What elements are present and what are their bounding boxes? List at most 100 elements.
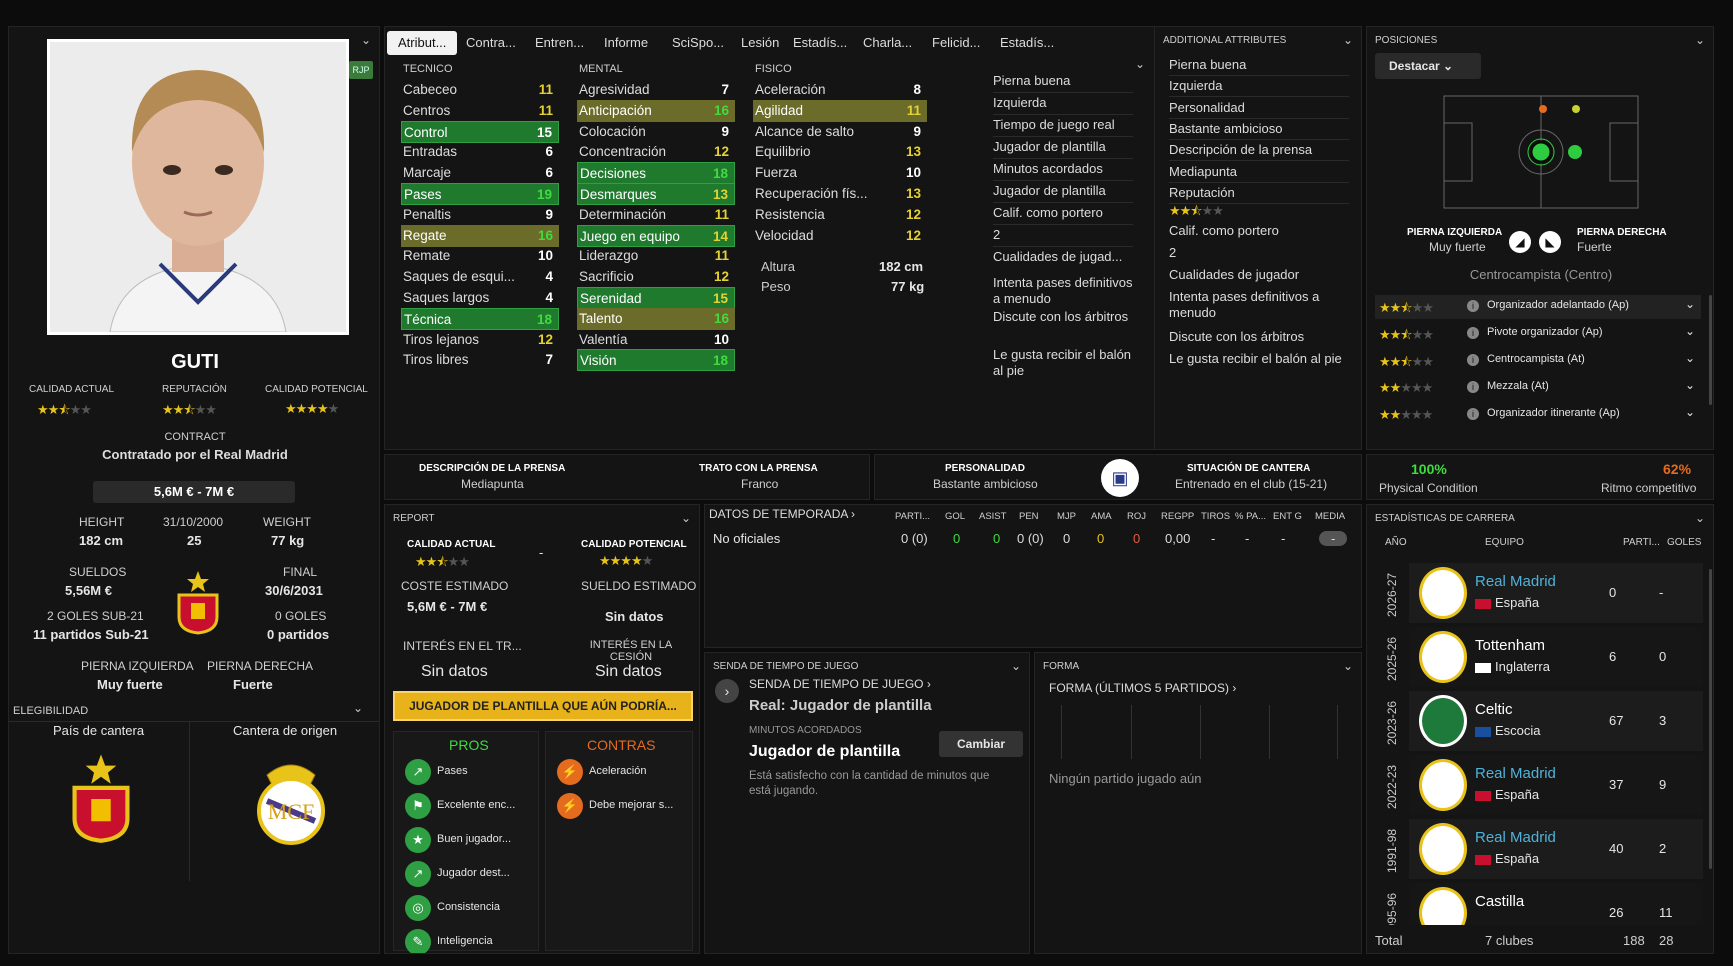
- attr-row[interactable]: Fuerza 10: [753, 162, 927, 184]
- attr-row[interactable]: Saques largos 4: [401, 287, 559, 309]
- season-title-label: DATOS DE TEMPORADA: [709, 507, 848, 521]
- attr-row[interactable]: Recuperación fís... 13: [753, 183, 927, 205]
- role-row[interactable]: ★★★★★ i Mezzala (At) ⌄: [1375, 376, 1701, 400]
- tab-5[interactable]: SciSpo...: [661, 31, 735, 55]
- attr-row[interactable]: Control 15: [401, 120, 559, 143]
- career-row[interactable]: Celtic Escocia 67 3: [1409, 691, 1703, 751]
- attr-row[interactable]: Colocación 9: [577, 121, 735, 143]
- attr-row[interactable]: Agilidad 11: [753, 99, 927, 122]
- season-header: MJP: [1057, 511, 1076, 522]
- info-icon[interactable]: i: [1467, 354, 1479, 366]
- attr-row[interactable]: Remate 10: [401, 245, 559, 267]
- chevron-down-icon[interactable]: ⌄: [353, 701, 363, 715]
- tab-8[interactable]: Charla...: [852, 31, 923, 55]
- attr-row[interactable]: Agresividad 7: [577, 79, 735, 101]
- info-icon[interactable]: i: [1467, 300, 1479, 312]
- info-icon[interactable]: i: [1467, 327, 1479, 339]
- attr-row[interactable]: Talento 16: [577, 307, 735, 330]
- attr-row[interactable]: Tiros lejanos 12: [401, 329, 559, 351]
- attr-row[interactable]: Resistencia 12: [753, 204, 927, 226]
- club-name[interactable]: Tottenham: [1475, 637, 1545, 654]
- pitch-diagram: [1443, 95, 1639, 209]
- chevron-down-icon[interactable]: ⌄: [1685, 324, 1695, 338]
- attr-row[interactable]: Equilibrio 13: [753, 141, 927, 163]
- tab-9[interactable]: Felicid...: [921, 31, 991, 55]
- scrollbar[interactable]: [1709, 295, 1712, 405]
- attr-row[interactable]: Valentía 10: [577, 329, 735, 351]
- role-row[interactable]: ★★⯪★★ i Pivote organizador (Ap) ⌄: [1375, 322, 1701, 346]
- attr-row[interactable]: Decisiones 18: [577, 162, 735, 185]
- career-row[interactable]: Tottenham Inglaterra 6 0: [1409, 627, 1703, 687]
- attr-row[interactable]: Velocidad 12: [753, 225, 927, 247]
- season-title[interactable]: DATOS DE TEMPORADA ›: [709, 507, 855, 521]
- attr-row[interactable]: Alcance de salto 9: [753, 121, 927, 143]
- attr-value: 13: [712, 187, 728, 202]
- change-button[interactable]: Cambiar: [939, 731, 1023, 757]
- chevron-down-icon[interactable]: ⌄: [1343, 659, 1353, 673]
- tab-10[interactable]: Estadís...: [989, 31, 1065, 55]
- chevron-down-icon[interactable]: ⌄: [361, 33, 371, 47]
- tab-2[interactable]: Contra...: [455, 31, 527, 55]
- club-name[interactable]: Celtic: [1475, 701, 1513, 718]
- chevron-down-icon[interactable]: ⌄: [1685, 351, 1695, 365]
- info-icon[interactable]: i: [1467, 381, 1479, 393]
- attr-value: 15: [536, 124, 552, 140]
- chevron-down-icon[interactable]: ⌄: [1685, 405, 1695, 419]
- attr-row[interactable]: Tiros libres 7: [401, 349, 559, 371]
- chevron-down-icon[interactable]: ⌄: [1011, 659, 1021, 673]
- attr-row[interactable]: Concentración 12: [577, 141, 735, 163]
- attr-row[interactable]: Pases 19: [401, 183, 559, 205]
- career-row[interactable]: Real Madrid España 40 2: [1409, 819, 1703, 879]
- role-row[interactable]: ★★★★★ i Organizador itinerante (Ap) ⌄: [1375, 403, 1701, 427]
- attr-row[interactable]: Aceleración 8: [753, 79, 927, 101]
- report-ca-label: CALIDAD ACTUAL: [407, 539, 496, 550]
- club-name[interactable]: Castilla: [1475, 893, 1524, 910]
- report-banner[interactable]: JUGADOR DE PLANTILLA QUE AÚN PODRÍA...: [393, 691, 693, 721]
- club-name[interactable]: Real Madrid: [1475, 829, 1556, 846]
- attr-row[interactable]: Serenidad 15: [577, 287, 735, 309]
- chevron-down-icon[interactable]: ⌄: [1685, 378, 1695, 392]
- attr-row[interactable]: Marcaje 6: [401, 162, 559, 184]
- chevron-down-icon[interactable]: ⌄: [1695, 33, 1705, 47]
- attr-row[interactable]: Desmarques 13: [577, 183, 735, 205]
- scrollbar[interactable]: [1709, 569, 1712, 869]
- attr-row[interactable]: Sacrificio 12: [577, 266, 735, 288]
- attr-label: Equilibrio: [755, 144, 811, 160]
- real-madrid-crest-icon: MCF: [253, 753, 329, 850]
- attr-row[interactable]: Saques de esqui... 4: [401, 266, 559, 288]
- info-icon[interactable]: i: [1467, 408, 1479, 420]
- attr-row[interactable]: Técnica 18: [401, 307, 559, 330]
- attr-row[interactable]: Anticipación 16: [577, 99, 735, 122]
- tab-7[interactable]: Estadís...: [782, 31, 858, 55]
- attr-row[interactable]: Penaltis 9: [401, 204, 559, 226]
- career-row[interactable]: Castilla 26 11: [1409, 883, 1703, 925]
- attr-row[interactable]: Determinación 11: [577, 204, 735, 226]
- attr-row[interactable]: Regate 16: [401, 224, 559, 247]
- tab-1[interactable]: Atribut...: [387, 31, 458, 55]
- attr-row[interactable]: Centros 11: [401, 100, 559, 122]
- senda-sub[interactable]: SENDA DE TIEMPO DE JUEGO ›: [749, 677, 931, 691]
- career-row[interactable]: Real Madrid España 0 -: [1409, 563, 1703, 623]
- chevron-down-icon[interactable]: ⌄: [1685, 297, 1695, 311]
- flag-icon: [1475, 791, 1491, 801]
- role-row[interactable]: ★★⯪★★ i Centrocampista (At) ⌄: [1375, 349, 1701, 373]
- career-row[interactable]: Real Madrid España 37 9: [1409, 755, 1703, 815]
- additional-title: ADDITIONAL ATTRIBUTES: [1163, 35, 1287, 46]
- tab-3[interactable]: Entren...: [524, 31, 595, 55]
- attr-row[interactable]: Visión 18: [577, 349, 735, 372]
- arrow-right-icon[interactable]: ›: [715, 679, 739, 703]
- attr-label: Velocidad: [755, 227, 814, 243]
- club-name[interactable]: Real Madrid: [1475, 765, 1556, 782]
- club-name[interactable]: Real Madrid: [1475, 573, 1556, 590]
- chevron-down-icon[interactable]: ⌄: [1343, 33, 1353, 47]
- attr-row[interactable]: Juego en equipo 14: [577, 224, 735, 247]
- chevron-down-icon[interactable]: ⌄: [681, 511, 691, 525]
- chevron-down-icon[interactable]: ⌄: [1135, 57, 1145, 71]
- role-row[interactable]: ★★⯪★★ i Organizador adelantado (Ap) ⌄: [1375, 295, 1701, 319]
- tab-4[interactable]: Informe: [593, 31, 659, 55]
- attr-row[interactable]: Cabeceo 11: [401, 79, 559, 101]
- highlight-button[interactable]: Destacar ⌄: [1375, 53, 1481, 79]
- attr-row[interactable]: Entradas 6: [401, 141, 559, 163]
- forma-sub[interactable]: FORMA (ÚLTIMOS 5 PARTIDOS) ›: [1049, 681, 1236, 695]
- attr-row[interactable]: Liderazgo 11: [577, 245, 735, 267]
